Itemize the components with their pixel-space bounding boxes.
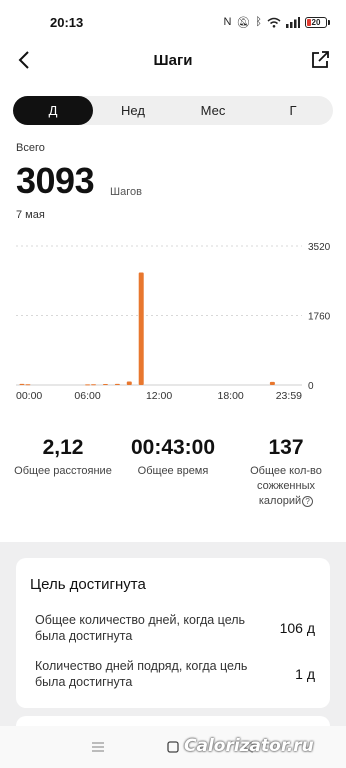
stat-distance-label: Общее расстояние	[14, 465, 112, 477]
signal-icon	[286, 16, 300, 28]
y-tick-label: 0	[308, 381, 314, 392]
chart-bar	[19, 383, 25, 385]
chart-bar	[25, 384, 31, 386]
status-icons: N 🔕︎ ᛒ 20	[223, 16, 330, 29]
stat-distance-value: 2,12	[42, 436, 84, 459]
stat-calories: 137 Общее кол-во сожженных калорий?	[236, 436, 336, 509]
share-icon	[312, 51, 329, 68]
chart-bar	[126, 381, 132, 385]
total-steps-value: 3093	[16, 160, 95, 201]
stat-time: 00:43:00 Общее время	[118, 436, 228, 479]
total-label: Всего	[16, 142, 45, 154]
header: Шаги	[0, 44, 346, 76]
nfc-icon: N	[223, 16, 232, 28]
menu-icon	[91, 742, 104, 752]
battery-level: 20	[311, 17, 321, 27]
total-steps-unit: Шагов	[110, 186, 142, 198]
chart-bar	[269, 381, 275, 385]
goal-card: Цель достигнута Общее количество дней, к…	[16, 558, 330, 708]
help-icon[interactable]: ?	[302, 495, 314, 507]
tab-day[interactable]: Д	[13, 96, 93, 125]
chart-bar	[85, 384, 91, 386]
goal-row-streak: Количество дней подряд, когда цель была …	[35, 658, 315, 690]
steps-chart[interactable]: 3520 1760 0 00:00 06:00 12:00 18:00 23:59	[0, 236, 346, 412]
goal-row-streak-value: 1 д	[295, 666, 315, 682]
wifi-icon	[267, 17, 281, 28]
back-button[interactable]	[10, 46, 38, 74]
period-tabs: Д Нед Мес Г	[13, 96, 333, 125]
steps-chart-svg: 3520 1760 0 00:00 06:00 12:00 18:00 23:59	[16, 242, 331, 402]
bluetooth-icon: ᛒ	[255, 16, 262, 28]
page-title: Шаги	[153, 51, 193, 69]
x-tick-label: 00:00	[16, 390, 42, 402]
stats-row: 2,12 Общее расстояние 00:43:00 Общее вре…	[0, 436, 346, 516]
battery-icon: 20	[305, 16, 330, 28]
tab-year[interactable]: Г	[253, 96, 333, 125]
tab-month[interactable]: Мес	[173, 96, 253, 125]
x-tick-label: 12:00	[146, 390, 172, 402]
y-tick-label: 1760	[308, 312, 331, 323]
chart-bar	[91, 384, 97, 386]
goal-row-total-label: Общее количество дней, когда цель была д…	[35, 613, 246, 643]
stat-distance: 2,12 Общее расстояние	[8, 436, 118, 479]
tab-week[interactable]: Нед	[93, 96, 173, 125]
y-tick-label: 3520	[308, 242, 331, 253]
goal-row-total-value: 106 д	[279, 620, 315, 636]
stat-time-label: Общее время	[137, 465, 209, 477]
share-button[interactable]	[306, 46, 334, 74]
mute-icon: 🔕︎	[236, 16, 251, 29]
x-tick-label: 23:59	[276, 390, 302, 402]
watermark-text: Calorizator.ru	[184, 736, 314, 756]
x-tick-label: 18:00	[218, 390, 244, 402]
menu-nav-button[interactable]	[78, 732, 118, 762]
goal-title: Цель достигнута	[30, 576, 146, 593]
home-square-icon	[167, 741, 179, 753]
stat-time-value: 00:43:00	[130, 436, 216, 459]
selected-date: 7 мая	[16, 209, 45, 221]
status-time: 20:13	[50, 14, 84, 30]
chart-bar	[138, 272, 144, 385]
chart-bar	[102, 384, 108, 386]
stat-calories-value: 137	[268, 436, 304, 459]
goal-row-streak-label: Количество дней подряд, когда цель была …	[35, 659, 248, 689]
status-bar: 20:13 N 🔕︎ ᛒ 20	[0, 0, 346, 44]
x-tick-label: 06:00	[74, 390, 100, 402]
goal-row-total: Общее количество дней, когда цель была д…	[35, 612, 315, 644]
chart-bar	[114, 383, 120, 385]
chevron-left-icon	[18, 51, 29, 69]
